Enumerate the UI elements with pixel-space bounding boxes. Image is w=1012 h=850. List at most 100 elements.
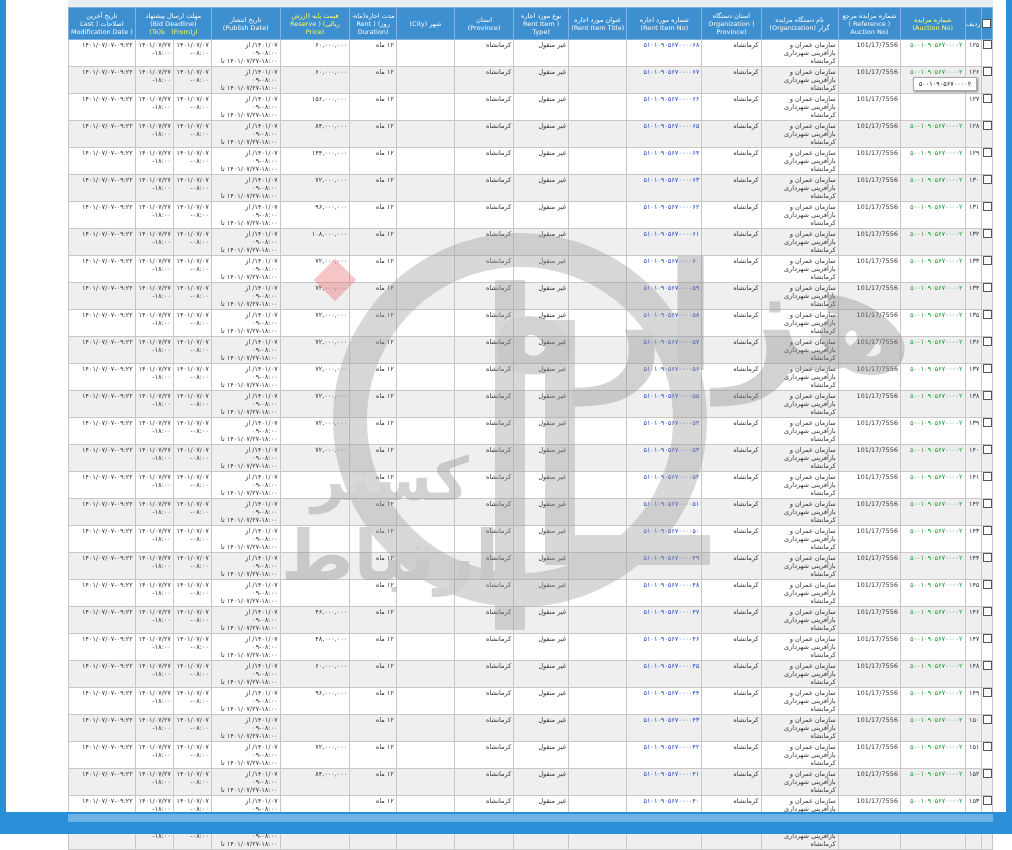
auction-no-cell[interactable]: ۵۰۰۱۰۹۰۵۶۷۰۰۰۰۲ bbox=[900, 417, 966, 445]
auction-no-cell[interactable] bbox=[900, 93, 966, 121]
auction-no-cell[interactable]: ۵۰۰۱۰۹۰۵۶۷۰۰۰۰۲ bbox=[900, 309, 966, 337]
header-org-province[interactable]: استان دستگاه( Organization (Province bbox=[701, 7, 762, 40]
table-row[interactable]: ۱۴۵ ۵۰۰۱۰۹۰۵۶۷۰۰۰۰۲ 101/17/7556 سازمان عمرا… bbox=[68, 579, 993, 607]
auction-no-link[interactable]: ۵۰۰۱۰۹۰۵۶۷۰۰۰۰۲ bbox=[910, 581, 962, 589]
row-checkbox[interactable] bbox=[982, 553, 992, 562]
row-select-cell[interactable] bbox=[981, 417, 993, 445]
row-select-cell[interactable] bbox=[981, 660, 993, 688]
row-checkbox[interactable] bbox=[982, 364, 992, 373]
auction-no-cell[interactable]: ۵۰۰۱۰۹۰۵۶۷۰۰۰۰۲ bbox=[900, 768, 966, 796]
auction-no-link[interactable]: ۵۰۰۱۰۹۰۵۶۷۰۰۰۰۲ bbox=[910, 176, 962, 184]
row-select-cell[interactable] bbox=[981, 606, 993, 634]
row-checkbox[interactable] bbox=[982, 40, 992, 49]
auction-no-link[interactable]: ۵۰۰۱۰۹۰۵۶۷۰۰۰۰۲ bbox=[910, 689, 962, 697]
auction-no-link[interactable]: ۵۰۰۱۰۹۰۵۶۷۰۰۰۰۲ bbox=[910, 68, 962, 76]
table-row[interactable]: ۱۳۶ ۵۰۰۱۰۹۰۵۶۷۰۰۰۰۲ 101/17/7556 سازمان عمرا… bbox=[68, 336, 993, 364]
row-select-cell[interactable] bbox=[981, 687, 993, 715]
table-row[interactable]: ۱۳۴ ۵۰۰۱۰۹۰۵۶۷۰۰۰۰۲ 101/17/7556 سازمان عمرا… bbox=[68, 282, 993, 310]
table-row[interactable]: ۱۳۱ ۵۰۰۱۰۹۰۵۶۷۰۰۰۰۲ 101/17/7556 سازمان عمرا… bbox=[68, 201, 993, 229]
row-select-cell[interactable] bbox=[981, 228, 993, 256]
auction-no-link[interactable]: ۵۰۰۱۰۹۰۵۶۷۰۰۰۰۲ bbox=[910, 392, 962, 400]
table-row[interactable]: ۱۴۹ ۵۰۰۱۰۹۰۵۶۷۰۰۰۰۲ 101/17/7556 سازمان عمرا… bbox=[68, 687, 993, 715]
auction-no-link[interactable]: ۵۰۰۱۰۹۰۵۶۷۰۰۰۰۲ bbox=[910, 554, 962, 562]
row-checkbox[interactable] bbox=[982, 283, 992, 292]
auction-no-link[interactable]: ۵۰۰۱۰۹۰۵۶۷۰۰۰۰۲ bbox=[910, 338, 962, 346]
table-row[interactable]: ۱۴۰ ۵۰۰۱۰۹۰۵۶۷۰۰۰۰۲ 101/17/7556 سازمان عمرا… bbox=[68, 444, 993, 472]
row-checkbox[interactable] bbox=[982, 661, 992, 670]
auction-no-link[interactable]: ۵۰۰۱۰۹۰۵۶۷۰۰۰۰۲ bbox=[910, 230, 962, 238]
row-select-cell[interactable] bbox=[981, 471, 993, 499]
table-row[interactable]: ۱۲۹ ۵۰۰۱۰۹۰۵۶۷۰۰۰۰۲ 101/17/7556 سازمان عمرا… bbox=[68, 147, 993, 175]
row-checkbox[interactable] bbox=[982, 256, 992, 265]
row-select-cell[interactable] bbox=[981, 498, 993, 526]
row-select-cell[interactable] bbox=[981, 552, 993, 580]
row-select-cell[interactable] bbox=[981, 255, 993, 283]
row-checkbox[interactable] bbox=[982, 715, 992, 724]
row-select-cell[interactable] bbox=[981, 579, 993, 607]
table-row[interactable]: ۱۳۷ ۵۰۰۱۰۹۰۵۶۷۰۰۰۰۲ 101/17/7556 سازمان عمرا… bbox=[68, 363, 993, 391]
row-checkbox[interactable] bbox=[982, 337, 992, 346]
auction-no-cell[interactable]: ۵۰۰۱۰۹۰۵۶۷۰۰۰۰۲ bbox=[900, 228, 966, 256]
row-select-cell[interactable] bbox=[981, 633, 993, 661]
header-rent-item-no[interactable]: شماره مورد اجاره (Rent Item No) bbox=[626, 7, 703, 40]
auction-no-link[interactable]: ۵۰۰۱۰۹۰۵۶۷۰۰۰۰۲ bbox=[910, 635, 962, 643]
table-row[interactable]: ۱۴۳ ۵۰۰۱۰۹۰۵۶۷۰۰۰۰۲ 101/17/7556 سازمان عمرا… bbox=[68, 525, 993, 553]
auction-no-cell[interactable]: ۵۰۰۱۰۹۰۵۶۷۰۰۰۰۲ bbox=[900, 552, 966, 580]
auction-no-cell[interactable]: ۵۰۰۱۰۹۰۵۶۷۰۰۰۰۲ bbox=[900, 255, 966, 283]
row-checkbox[interactable] bbox=[982, 769, 992, 778]
auction-no-cell[interactable]: ۵۰۰۱۰۹۰۵۶۷۰۰۰۰۲ bbox=[900, 606, 966, 634]
auction-no-link[interactable]: ۵۰۰۱۰۹۰۵۶۷۰۰۰۰۲ bbox=[910, 284, 962, 292]
row-checkbox[interactable] bbox=[982, 121, 992, 130]
header-organization[interactable]: نام دستگاه مزایده گزار (Organization) bbox=[760, 7, 839, 40]
auction-no-link[interactable]: ۵۰۰۱۰۹۰۵۶۷۰۰۰۰۲ bbox=[910, 122, 962, 130]
auction-no-link[interactable]: ۵۰۰۱۰۹۰۵۶۷۰۰۰۰۲ bbox=[910, 662, 962, 670]
table-row[interactable]: ۱۴۸ ۵۰۰۱۰۹۰۵۶۷۰۰۰۰۲ 101/17/7556 سازمان عمرا… bbox=[68, 660, 993, 688]
table-row[interactable]: ۱۳۳ ۵۰۰۱۰۹۰۵۶۷۰۰۰۰۲ 101/17/7556 سازمان عمرا… bbox=[68, 255, 993, 283]
header-index[interactable]: ردیف bbox=[964, 7, 983, 40]
row-checkbox[interactable] bbox=[982, 688, 992, 697]
row-checkbox[interactable] bbox=[982, 526, 992, 535]
auction-no-cell[interactable]: ۵۰۰۱۰۹۰۵۶۷۰۰۰۰۲ bbox=[900, 471, 966, 499]
table-row[interactable]: ۱۴۶ ۵۰۰۱۰۹۰۵۶۷۰۰۰۰۲ 101/17/7556 سازمان عمرا… bbox=[68, 606, 993, 634]
table-row[interactable]: ۱۳۸ ۵۰۰۱۰۹۰۵۶۷۰۰۰۰۲ 101/17/7556 سازمان عمرا… bbox=[68, 390, 993, 418]
header-auction-no[interactable]: شماره مزایده (Auction No) bbox=[900, 7, 966, 40]
row-checkbox[interactable] bbox=[982, 499, 992, 508]
row-select-cell[interactable] bbox=[981, 363, 993, 391]
row-checkbox[interactable] bbox=[982, 607, 992, 616]
auction-no-cell[interactable]: ۵۰۰۱۰۹۰۵۶۷۰۰۰۰۲ bbox=[900, 363, 966, 391]
row-checkbox[interactable] bbox=[982, 229, 992, 238]
auction-no-link[interactable]: ۵۰۰۱۰۹۰۵۶۷۰۰۰۰۲ bbox=[910, 770, 962, 778]
auction-no-cell[interactable]: ۵۰۰۱۰۹۰۵۶۷۰۰۰۰۲ bbox=[900, 174, 966, 202]
auction-no-cell[interactable]: ۵۰۰۱۰۹۰۵۶۷۰۰۰۰۲ bbox=[900, 741, 966, 769]
row-checkbox[interactable] bbox=[982, 418, 992, 427]
row-checkbox[interactable] bbox=[982, 67, 992, 76]
auction-no-cell[interactable]: ۵۰۰۱۰۹۰۵۶۷۰۰۰۰۲ bbox=[900, 687, 966, 715]
auction-no-link[interactable]: ۵۰۰۱۰۹۰۵۶۷۰۰۰۰۲ bbox=[910, 149, 962, 157]
row-checkbox[interactable] bbox=[982, 148, 992, 157]
row-select-cell[interactable] bbox=[981, 336, 993, 364]
auction-no-link[interactable]: ۵۰۰۱۰۹۰۵۶۷۰۰۰۰۲ bbox=[910, 365, 962, 373]
row-select-cell[interactable] bbox=[981, 147, 993, 175]
row-checkbox[interactable] bbox=[982, 175, 992, 184]
row-select-cell[interactable] bbox=[981, 525, 993, 553]
auction-no-cell[interactable]: ۵۰۰۱۰۹۰۵۶۷۰۰۰۰۲ bbox=[900, 39, 966, 67]
row-select-cell[interactable] bbox=[981, 714, 993, 742]
select-all-header[interactable] bbox=[981, 7, 993, 40]
table-row[interactable]: ۱۵۱ ۵۰۰۱۰۹۰۵۶۷۰۰۰۰۲ 101/17/7556 سازمان عمرا… bbox=[68, 741, 993, 769]
auction-no-cell[interactable]: ۵۰۰۱۰۹۰۵۶۷۰۰۰۰۲ bbox=[900, 201, 966, 229]
auction-no-cell[interactable]: ۵۰۰۱۰۹۰۵۶۷۰۰۰۰۲ bbox=[900, 579, 966, 607]
row-checkbox[interactable] bbox=[982, 742, 992, 751]
table-row[interactable]: ۱۳۲ ۵۰۰۱۰۹۰۵۶۷۰۰۰۰۲ 101/17/7556 سازمان عمرا… bbox=[68, 228, 993, 256]
auction-no-link[interactable]: ۵۰۰۱۰۹۰۵۶۷۰۰۰۰۲ bbox=[910, 473, 962, 481]
row-checkbox[interactable] bbox=[982, 472, 992, 481]
auction-no-link[interactable]: ۵۰۰۱۰۹۰۵۶۷۰۰۰۰۲ bbox=[910, 311, 962, 319]
select-all-checkbox[interactable] bbox=[982, 19, 991, 28]
row-checkbox[interactable] bbox=[982, 445, 992, 454]
header-publish-date[interactable]: تاریخ انتشار (Publish Date) bbox=[210, 7, 281, 40]
auction-no-cell[interactable]: ۵۰۰۱۰۹۰۵۶۷۰۰۰۰۲ bbox=[900, 714, 966, 742]
row-select-cell[interactable] bbox=[981, 39, 993, 67]
table-row[interactable]: ۱۵۰ ۵۰۰۱۰۹۰۵۶۷۰۰۰۰۲ 101/17/7556 سازمان عمرا… bbox=[68, 714, 993, 742]
table-row[interactable]: ۱۳۹ ۵۰۰۱۰۹۰۵۶۷۰۰۰۰۲ 101/17/7556 سازمان عمرا… bbox=[68, 417, 993, 445]
table-row[interactable]: ۱۵۲ ۵۰۰۱۰۹۰۵۶۷۰۰۰۰۲ 101/17/7556 سازمان عمرا… bbox=[68, 768, 993, 796]
auction-no-link[interactable]: ۵۰۰۱۰۹۰۵۶۷۰۰۰۰۲ bbox=[910, 203, 962, 211]
